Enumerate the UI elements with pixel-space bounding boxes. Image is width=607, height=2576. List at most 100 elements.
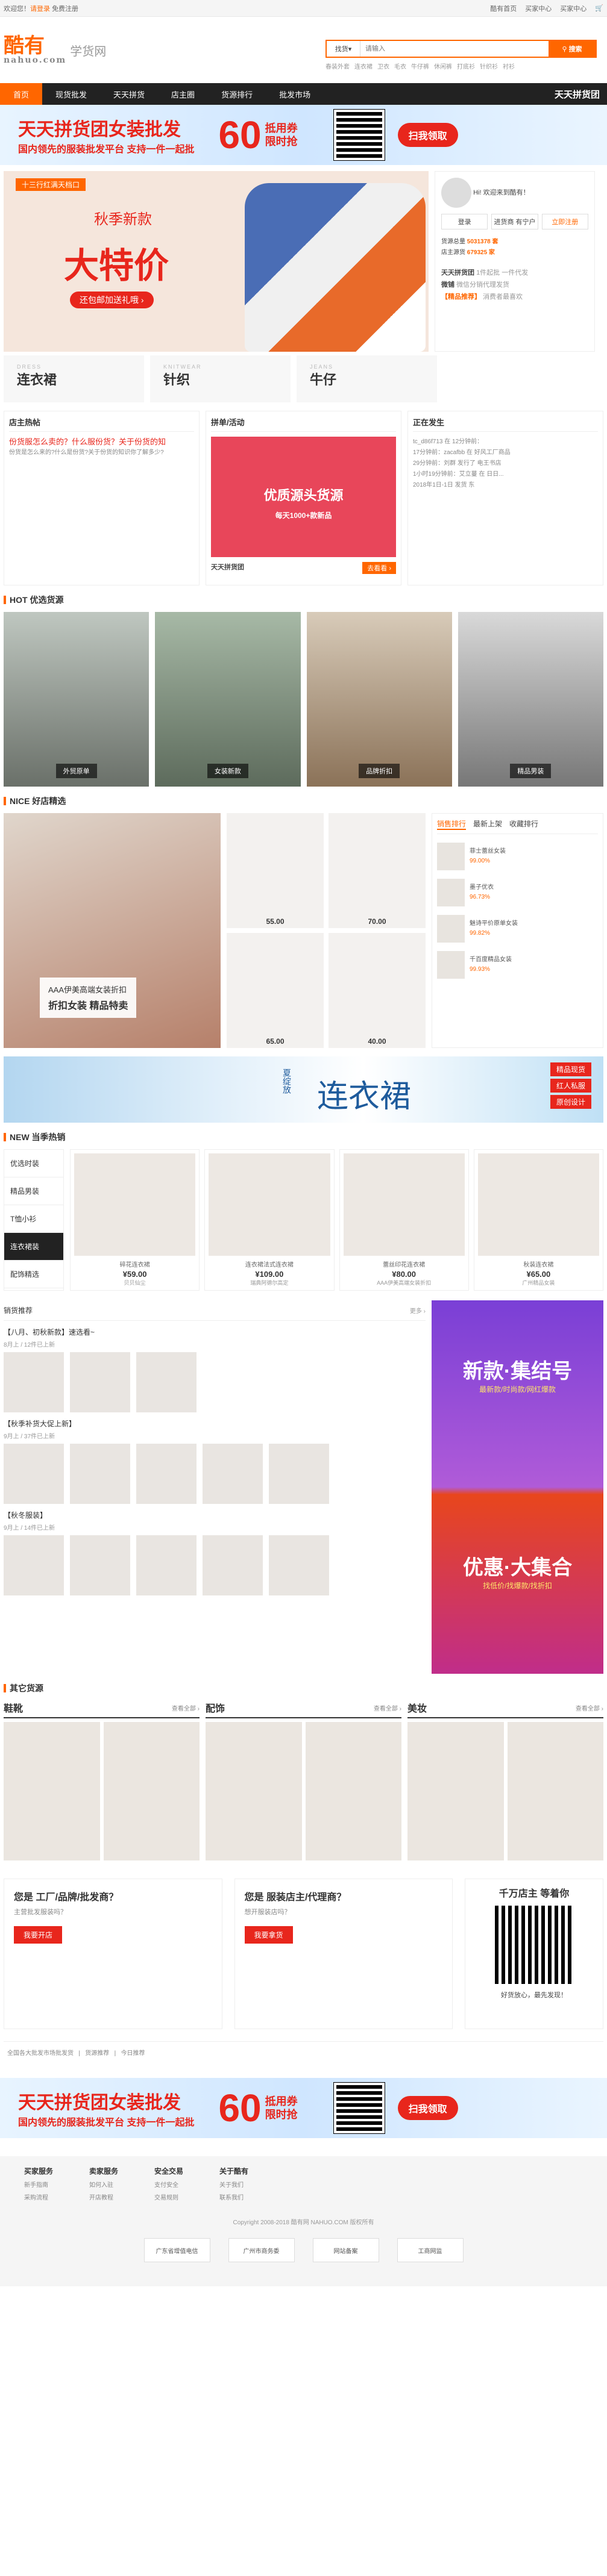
login-link[interactable]: 请登录	[30, 4, 50, 13]
buyer-center-link[interactable]: 买家中心	[525, 4, 552, 13]
new-category-item[interactable]: 连衣裙装	[4, 1233, 63, 1261]
tab-sales[interactable]: 销售排行	[437, 819, 467, 830]
category-dress[interactable]: DRESS 连衣裙	[4, 355, 144, 402]
nav-group-buy[interactable]: 天天拼货	[100, 83, 158, 105]
rank-item[interactable]: 魅诗平价原单女装 99.82%	[437, 915, 598, 943]
footer-link[interactable]: 如何入驻	[89, 2180, 118, 2189]
more-link[interactable]: 更多 ›	[410, 1306, 426, 1315]
nav-market[interactable]: 批发市场	[266, 83, 324, 105]
hot-keyword[interactable]: 牛仔裤	[411, 61, 429, 70]
category-image[interactable]	[507, 1722, 603, 1860]
group-title[interactable]: 【秋冬服装】	[4, 1510, 426, 1520]
product-card[interactable]: 65.00	[227, 933, 324, 1048]
thumb[interactable]	[70, 1444, 130, 1504]
promo-banner-bottom[interactable]: 天天拼货团女装批发 国内领先的服装批发平台 支持一件一起批 60 抵用券 限时抢 扫…	[0, 2078, 607, 2138]
product-card[interactable]: 蕾丝印花连衣裙 ¥80.00 AAA伊美高端女装折扣	[339, 1149, 469, 1291]
hot-keyword[interactable]: 休闲裤	[434, 61, 452, 70]
footer-link[interactable]: 开店教程	[89, 2192, 118, 2201]
hot-keyword[interactable]: 卫衣	[377, 61, 389, 70]
trust-badge[interactable]: 网站备案	[312, 2238, 379, 2262]
thumb[interactable]	[269, 1535, 329, 1595]
promo-banner[interactable]: 天天拼货团女装批发 国内领先的服装批发平台 支持一件一起批 60 抵用券 限时抢 扫…	[0, 105, 607, 165]
hot-keyword[interactable]: 针织衫	[480, 61, 498, 70]
category-image[interactable]	[4, 1722, 100, 1860]
feed-item[interactable]: 1小时19分钟前：艾立蔓 在 日日...	[413, 469, 598, 480]
footer-link[interactable]: 支付安全	[154, 2180, 183, 2189]
tab-favorites[interactable]: 收藏排行	[509, 819, 538, 830]
thumb[interactable]	[70, 1535, 130, 1595]
new-category-item[interactable]: T恤小衫	[4, 1205, 63, 1233]
scan-button[interactable]: 扫我领取	[397, 2096, 458, 2120]
nav-home[interactable]: 首页	[0, 83, 43, 105]
cart-icon[interactable]: 🛒	[595, 4, 603, 12]
new-category-item[interactable]: 优选时装	[4, 1150, 63, 1177]
buy-goods-button[interactable]: 我要拿货	[244, 1926, 293, 1944]
nav-ranking[interactable]: 货源排行	[208, 83, 266, 105]
trust-badge[interactable]: 工商网监	[397, 2238, 464, 2262]
hot-keyword[interactable]: 打底衫	[457, 61, 475, 70]
nav-wholesale[interactable]: 现货批发	[42, 83, 100, 105]
nav-promo[interactable]: 天天拼货团	[555, 88, 607, 101]
search-type-select[interactable]: 找货 ▾	[327, 41, 360, 57]
search-button[interactable]: ⚲ 搜索	[549, 41, 596, 57]
footer-link[interactable]: 采购流程	[24, 2192, 53, 2201]
thumb[interactable]	[136, 1352, 197, 1412]
hot-keyword[interactable]: 春装外套	[326, 61, 350, 70]
footer-link[interactable]: 今日推荐	[121, 2050, 145, 2057]
user-join-button[interactable]: 进货商 有宁户	[491, 214, 538, 229]
category-image[interactable]	[206, 1722, 302, 1860]
thumb[interactable]	[136, 1535, 197, 1595]
service-title[interactable]: 天天拼货团	[441, 269, 474, 276]
footer-link[interactable]: 关于我们	[219, 2180, 248, 2189]
category-image[interactable]	[103, 1722, 200, 1860]
tab-latest[interactable]: 最新上架	[473, 819, 502, 830]
service-title[interactable]: 微铺	[441, 281, 454, 288]
footer-link[interactable]: 交易规则	[154, 2192, 183, 2201]
new-category-item[interactable]: 精品男装	[4, 1177, 63, 1205]
seller-center-link[interactable]: 买家中心	[560, 4, 587, 13]
thumb[interactable]	[70, 1352, 130, 1412]
product-card[interactable]: 40.00	[329, 933, 426, 1048]
tile-men[interactable]: 精品男装	[458, 612, 603, 787]
feed-item[interactable]: 17分钟前：zacafbb 在 好风工厂商品	[413, 448, 598, 458]
trust-badge[interactable]: 广东省增值电信	[143, 2238, 210, 2262]
category-image[interactable]	[305, 1722, 401, 1860]
home-link[interactable]: 酷有首页	[490, 4, 517, 13]
rank-item[interactable]: 墨子优衣 96.73%	[437, 879, 598, 906]
rank-item[interactable]: 菲士蕾丝女装 99.00%	[437, 843, 598, 870]
feed-item[interactable]: 29分钟前：刘群 发行了 电王书店	[413, 458, 598, 469]
group-title[interactable]: 【秋季补货大促上新】	[4, 1418, 426, 1429]
rank-item[interactable]: 千百度精品女装 99.93%	[437, 951, 598, 979]
ad-go-button[interactable]: 去看看 ›	[362, 562, 396, 574]
product-card[interactable]: 70.00	[329, 813, 426, 928]
more-link[interactable]: 查看全部 ›	[374, 1703, 401, 1712]
hot-keyword[interactable]: 毛衣	[394, 61, 406, 70]
product-card[interactable]: 55.00	[227, 813, 324, 928]
thumb[interactable]	[4, 1444, 64, 1504]
tile-export[interactable]: 外贸原单	[4, 612, 149, 787]
side-promo[interactable]: 新款·集结号 最新款/时尚款/网红爆款 优惠·大集合 找低价/找爆款/找折扣	[432, 1300, 603, 1674]
thumb[interactable]	[203, 1535, 263, 1595]
open-shop-button[interactable]: 我要开店	[14, 1926, 63, 1944]
scan-button[interactable]: 扫我领取	[397, 123, 458, 147]
hero-carousel[interactable]: 十三行红满天档口 秋季新款 大特价 还包邮加送礼哦 ›	[4, 171, 429, 352]
hot-post-title[interactable]: 份货服怎么卖的？什么服份货？关于份货的知	[9, 437, 194, 448]
more-link[interactable]: 查看全部 ›	[172, 1703, 200, 1712]
register-link[interactable]: 免费注册	[52, 4, 78, 13]
more-link[interactable]: 查看全部 ›	[576, 1703, 603, 1712]
dress-banner[interactable]: 夏绽放 连衣裙 精品现货 红人私服 原创设计	[4, 1056, 603, 1123]
thumb[interactable]	[136, 1444, 197, 1504]
user-login-button[interactable]: 登录	[441, 214, 488, 229]
thumb[interactable]	[203, 1444, 263, 1504]
activity-ad[interactable]: 优质源头货源 每天1000+款新品	[211, 437, 396, 557]
hot-keyword[interactable]: 衬衫	[503, 61, 515, 70]
tile-brand[interactable]: 品牌折扣	[306, 612, 452, 787]
thumb[interactable]	[4, 1352, 64, 1412]
featured-shop[interactable]: AAA伊美高端女装折扣 折扣女装 精品特卖	[4, 813, 221, 1048]
thumb[interactable]	[4, 1535, 64, 1595]
footer-link[interactable]: 货源推荐	[85, 2050, 109, 2057]
hot-keyword[interactable]: 连衣裙	[354, 61, 373, 70]
footer-link[interactable]: 全国各大批发市场批发货	[7, 2050, 74, 2057]
trust-badge[interactable]: 广州市商务委	[228, 2238, 295, 2262]
category-jeans[interactable]: JEANS 牛仔	[297, 355, 437, 402]
